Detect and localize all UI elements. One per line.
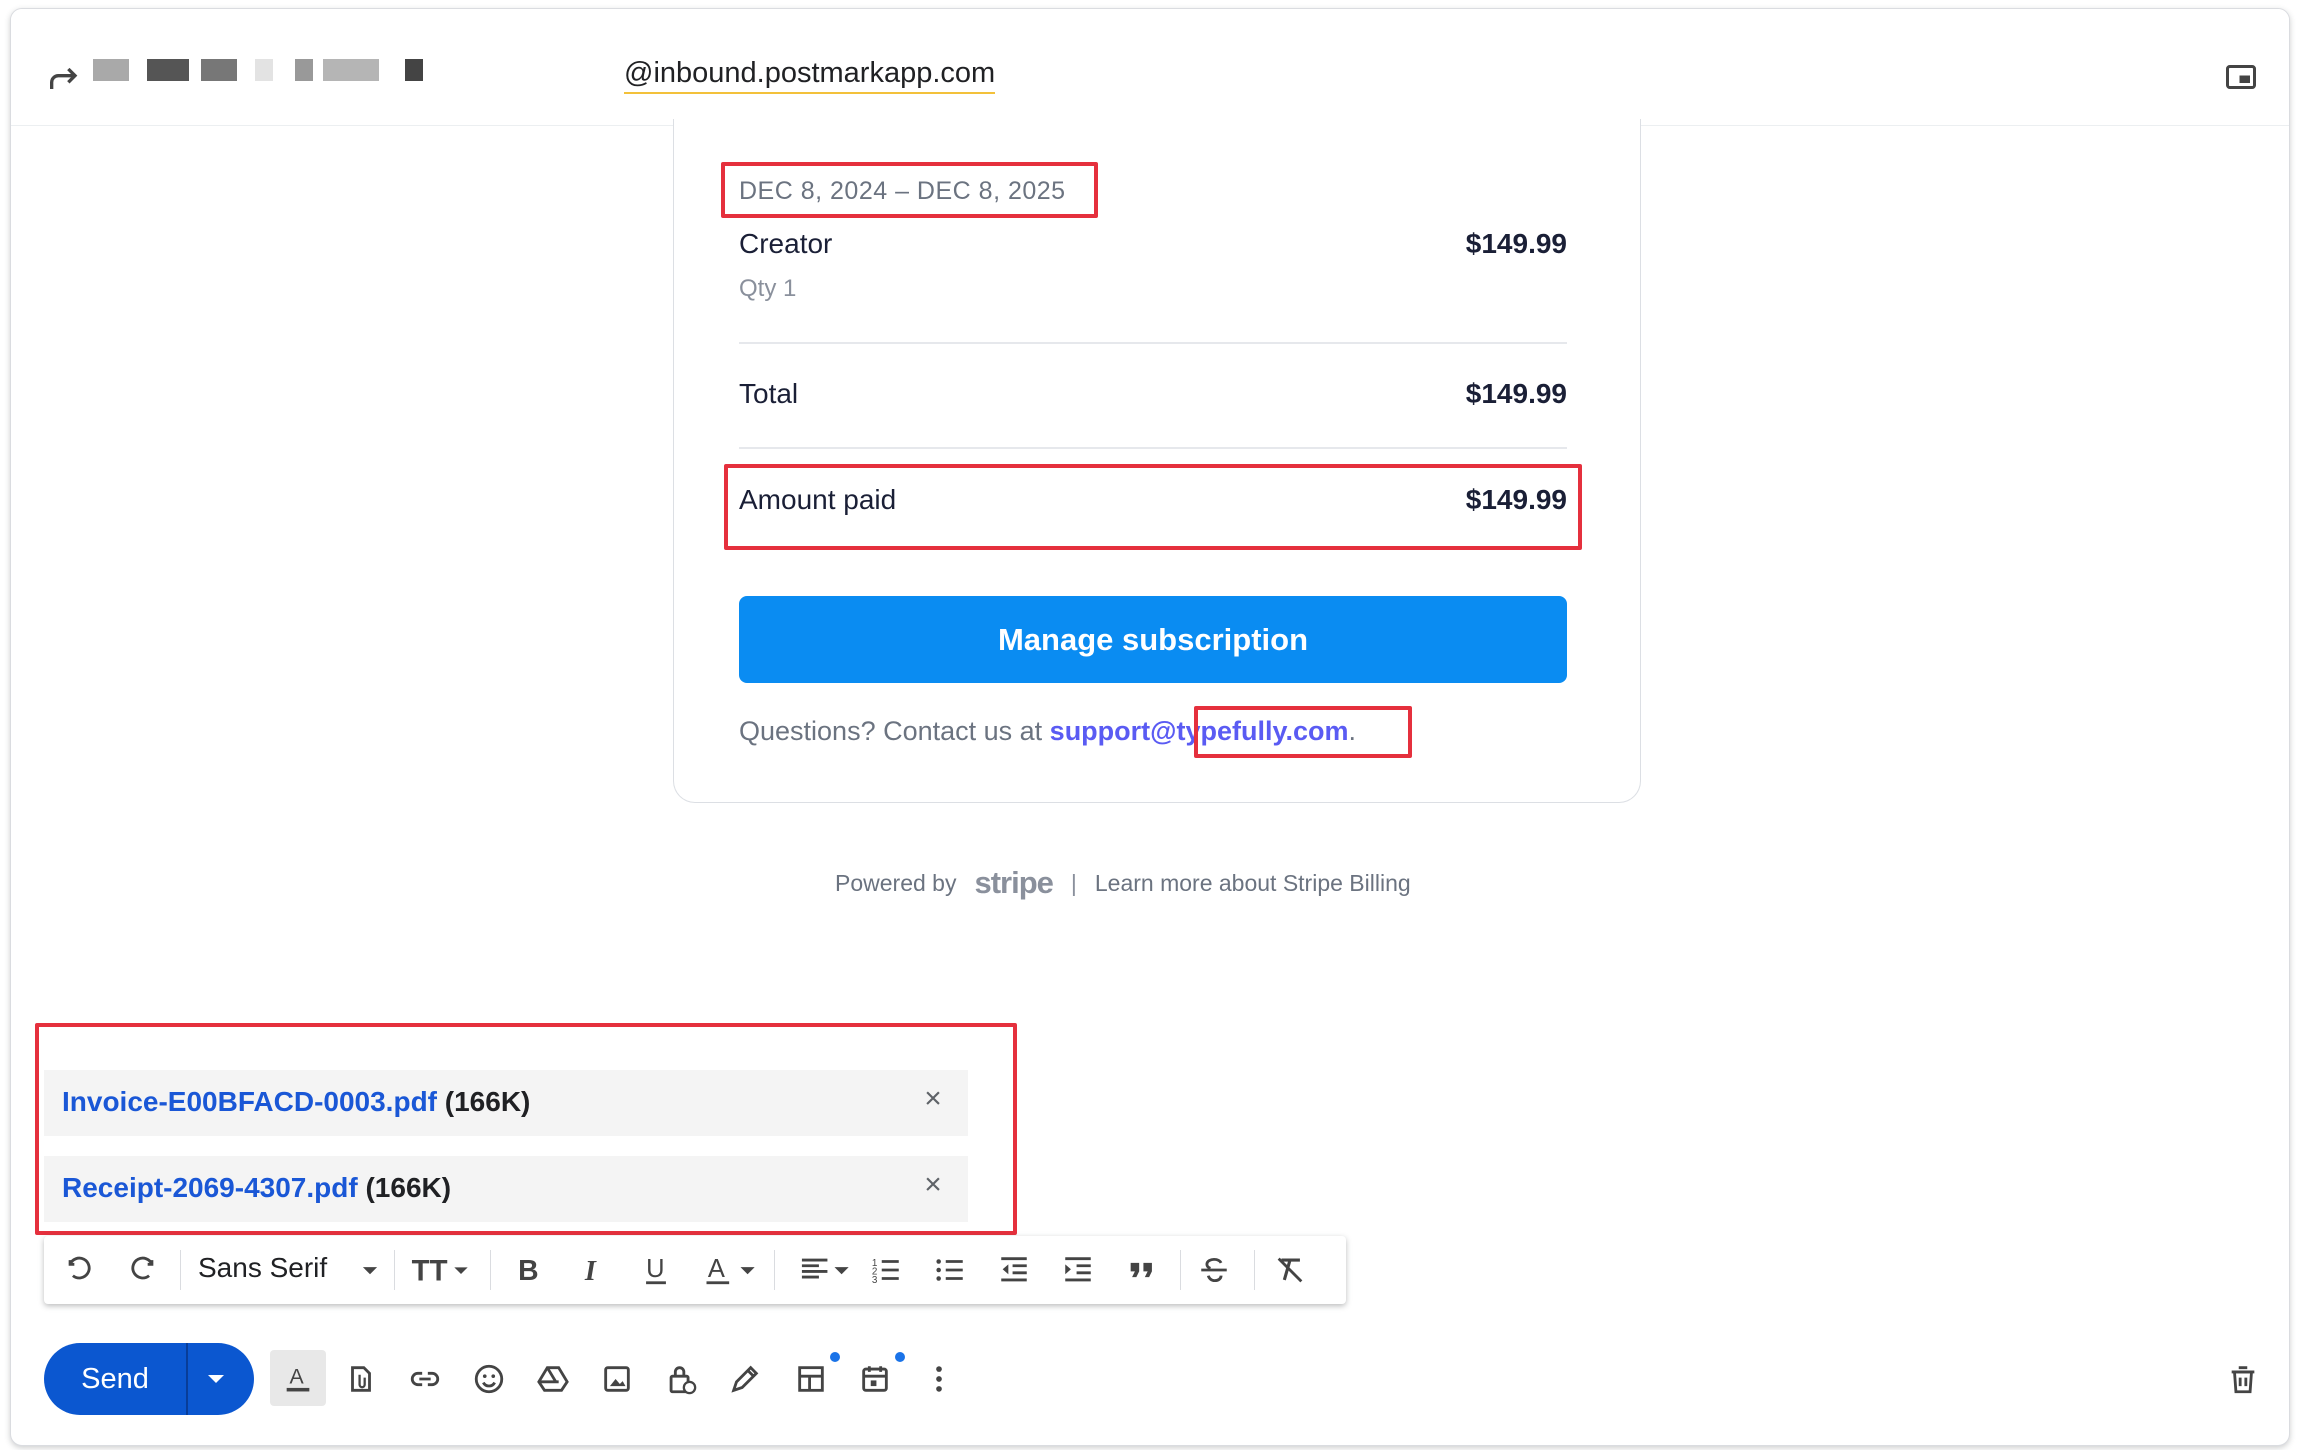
item-name: Creator (739, 228, 833, 259)
underline-icon[interactable]: U (636, 1250, 676, 1290)
receipt-card (673, 119, 1641, 803)
toolbar-divider (490, 1250, 491, 1290)
font-size-icon[interactable]: TT (406, 1250, 476, 1290)
item-price: $149.99 (1465, 228, 1567, 259)
toolbar-divider (1254, 1250, 1255, 1290)
clear-formatting-icon[interactable] (1270, 1250, 1310, 1290)
chevron-down-icon[interactable] (200, 1363, 232, 1395)
attach-file-icon[interactable] (340, 1358, 382, 1400)
highlight-attachments (35, 1023, 1017, 1235)
toolbar-divider (1180, 1250, 1181, 1290)
schedule-icon[interactable] (854, 1358, 896, 1400)
strikethrough-icon[interactable] (1194, 1250, 1234, 1290)
indent-less-icon[interactable] (994, 1250, 1034, 1290)
powered-by-footer: Powered by stripe | Learn more about Str… (835, 865, 1411, 901)
toolbar-divider (180, 1250, 181, 1290)
insert-link-icon[interactable] (404, 1358, 446, 1400)
svg-text:A: A (708, 1255, 725, 1283)
formatting-toolbar: Sans Serif TT B I U A 123 (44, 1236, 1346, 1304)
powered-by-label: Powered by (835, 869, 957, 896)
chevron-down-icon[interactable] (350, 1250, 390, 1290)
learn-more-link[interactable]: Learn more about Stripe Billing (1095, 870, 1411, 897)
footer-separator: | (1070, 869, 1077, 896)
divider (739, 342, 1567, 344)
send-button[interactable]: Send (44, 1343, 186, 1415)
redo-icon[interactable] (122, 1250, 162, 1290)
bold-icon[interactable]: B (508, 1250, 548, 1290)
toolbar-divider (394, 1250, 395, 1290)
signature-icon[interactable] (724, 1358, 766, 1400)
numbered-list-icon[interactable]: 123 (866, 1250, 906, 1290)
formatting-options-icon[interactable]: A (270, 1350, 326, 1406)
quote-icon[interactable] (1122, 1250, 1162, 1290)
new-feature-dot (895, 1352, 905, 1362)
stripe-logo[interactable]: stripe (974, 865, 1053, 901)
font-family-select[interactable]: Sans Serif (198, 1252, 327, 1284)
send-button-group: Send (44, 1343, 254, 1415)
toolbar-divider (774, 1250, 775, 1290)
highlight-amount-paid (724, 464, 1582, 550)
templates-icon[interactable] (790, 1358, 832, 1400)
forward-icon[interactable] (45, 59, 85, 99)
divider (739, 447, 1567, 449)
new-feature-dot (830, 1352, 840, 1362)
svg-text:I: I (584, 1256, 597, 1287)
discard-draft-icon[interactable] (2222, 1358, 2264, 1400)
text-color-icon[interactable]: A (700, 1250, 764, 1290)
confidential-mode-icon[interactable] (660, 1358, 702, 1400)
svg-text:B: B (518, 1255, 538, 1287)
more-options-icon[interactable] (918, 1358, 960, 1400)
undo-icon[interactable] (60, 1250, 100, 1290)
svg-text:TT: TT (412, 1255, 448, 1287)
svg-text:3: 3 (872, 1275, 878, 1286)
popout-icon[interactable] (2223, 59, 2259, 95)
compose-header: @inbound.postmarkapp.com (11, 9, 2289, 126)
insert-photo-icon[interactable] (596, 1358, 638, 1400)
italic-icon[interactable]: I (572, 1250, 612, 1290)
send-divider (186, 1343, 188, 1415)
svg-text:A: A (290, 1365, 305, 1389)
bulleted-list-icon[interactable] (930, 1250, 970, 1290)
total-value: $149.99 (1465, 378, 1567, 409)
manage-subscription-button[interactable]: Manage subscription (739, 596, 1567, 683)
svg-text:U: U (646, 1255, 664, 1283)
indent-more-icon[interactable] (1058, 1250, 1098, 1290)
highlight-support-email (1194, 706, 1412, 758)
item-qty: Qty 1 (739, 275, 797, 302)
highlight-date-range (721, 162, 1098, 218)
recipient-address[interactable]: @inbound.postmarkapp.com (624, 57, 996, 94)
total-label: Total (739, 378, 799, 409)
google-drive-icon[interactable] (532, 1358, 574, 1400)
emoji-icon[interactable] (468, 1358, 510, 1400)
align-icon[interactable] (794, 1250, 858, 1290)
support-prefix: Questions? Contact us at (739, 716, 1050, 746)
